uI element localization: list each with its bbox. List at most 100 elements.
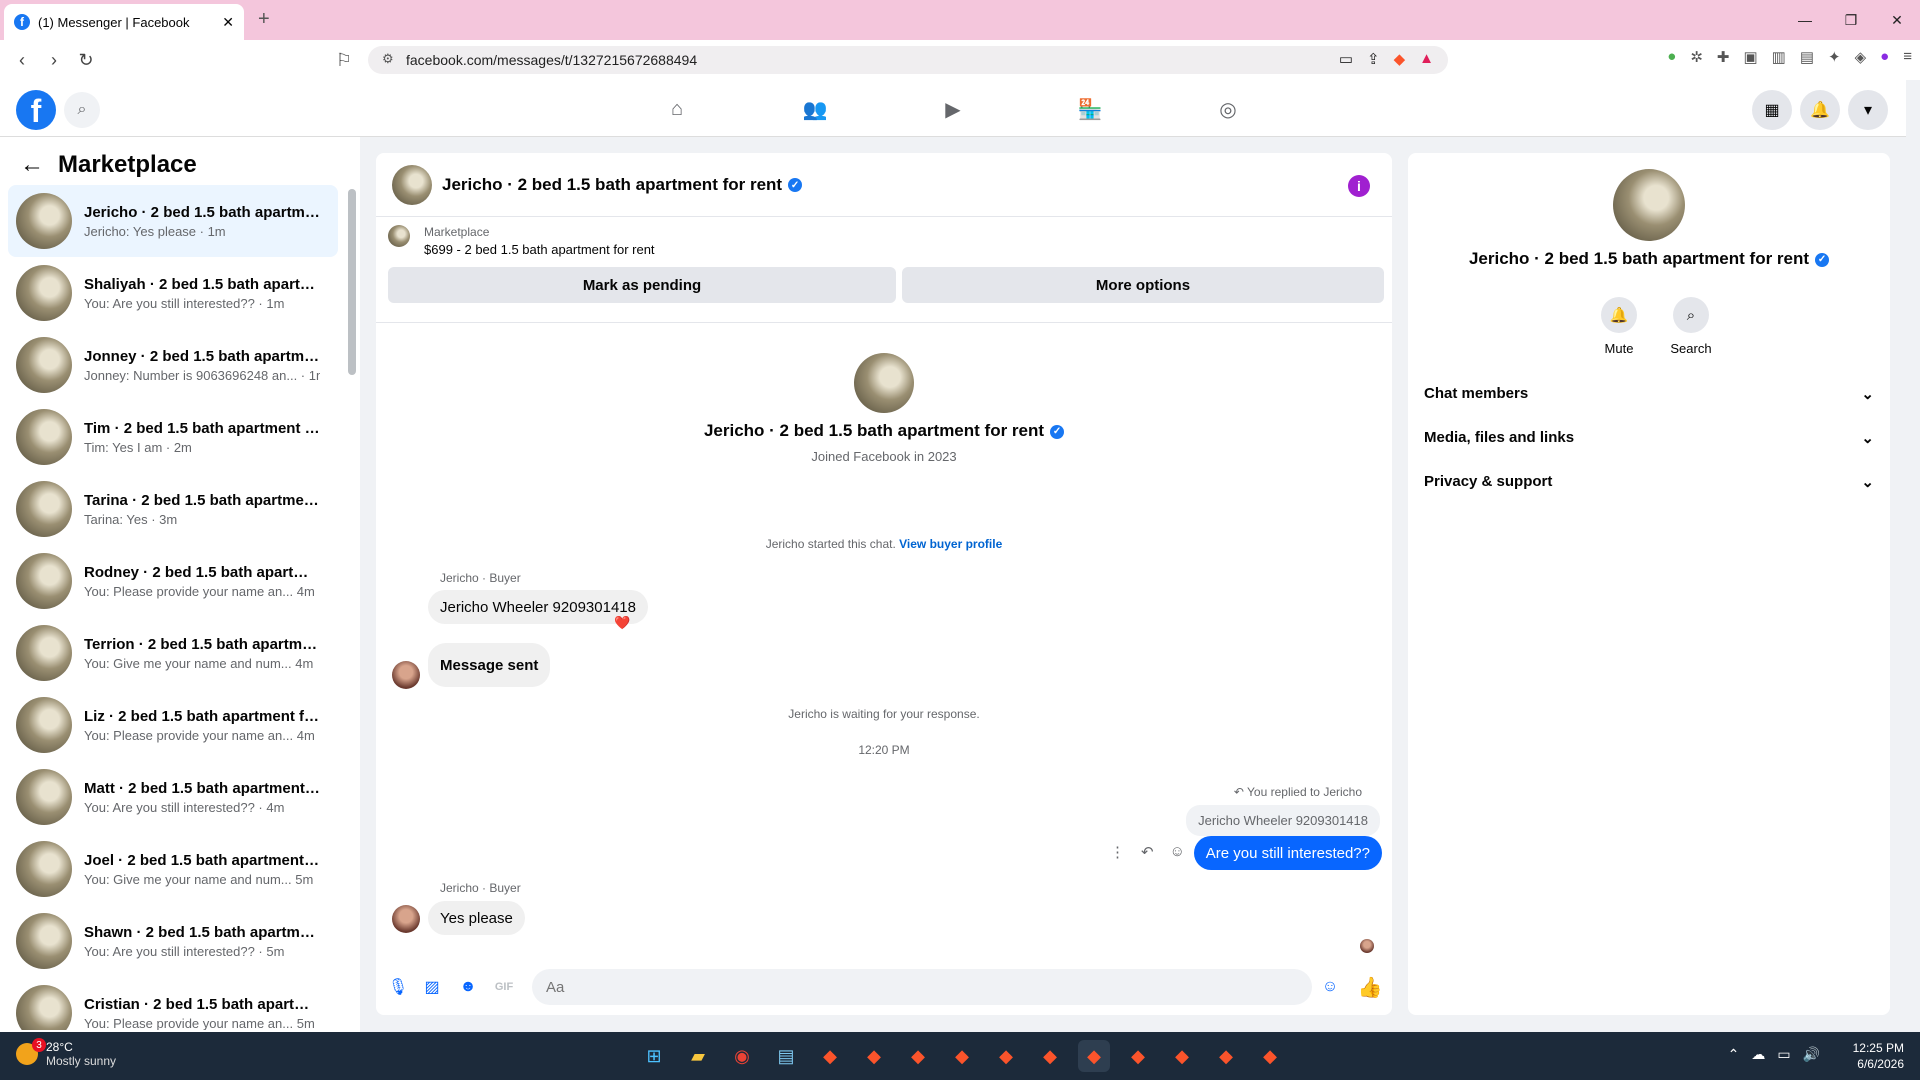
conversation-item[interactable]: Jonney · 2 bed 1.5 bath apartme... Jonney… <box>8 329 338 401</box>
clock[interactable]: 12:25 PM 6/6/2026 <box>1853 1040 1904 1072</box>
rewards-icon[interactable]: ▲ <box>1419 50 1434 68</box>
search-icon[interactable]: ⌕ <box>64 92 100 128</box>
chrome-icon[interactable]: ◉ <box>726 1040 758 1072</box>
brave-icon[interactable]: ◆ <box>814 1040 846 1072</box>
more-options-button[interactable]: More options <box>902 267 1384 303</box>
sticker-icon[interactable]: ☻ <box>456 975 480 999</box>
conversation-item[interactable]: Rodney · 2 bed 1.5 bath apartme... You: P… <box>8 545 338 617</box>
groups-icon[interactable]: ◎ <box>1213 94 1243 124</box>
sidebar-toggle-icon[interactable]: ▥ <box>1772 48 1786 66</box>
vpn-icon[interactable]: ◈ <box>1855 48 1867 66</box>
sidebar-scrollbar[interactable] <box>348 189 356 375</box>
more-actions-icon[interactable]: ⋮ <box>1110 843 1125 861</box>
brave-icon[interactable]: ◆ <box>946 1040 978 1072</box>
weather-widget[interactable]: 3 28°C Mostly sunny <box>16 1038 116 1068</box>
extensions-puzzle-icon[interactable]: ✚ <box>1717 48 1730 66</box>
restore-icon[interactable]: ❐ <box>1828 0 1874 40</box>
extension-icon[interactable]: ▣ <box>1743 48 1757 66</box>
new-tab-icon[interactable]: + <box>258 8 270 31</box>
chat-members-section[interactable]: Chat members ⌄ <box>1424 385 1874 403</box>
leo-ai-icon[interactable]: ✦ <box>1828 48 1841 66</box>
share-icon[interactable]: ⇪ <box>1367 50 1380 68</box>
sender-avatar[interactable] <box>392 661 420 689</box>
back-arrow-icon[interactable]: ← <box>20 151 44 179</box>
facebook-logo-icon[interactable]: f <box>16 90 56 130</box>
account-chevron-icon[interactable]: ▾ <box>1848 90 1888 130</box>
conversation-item[interactable]: Jericho · 2 bed 1.5 bath apartme... Jeric… <box>8 185 338 257</box>
quoted-message[interactable]: Jericho Wheeler 9209301418 <box>1186 805 1380 836</box>
conversation-item[interactable]: Tim · 2 bed 1.5 bath apartment f... Tim: … <box>8 401 338 473</box>
site-settings-icon[interactable]: ⚙ <box>382 51 394 67</box>
volume-icon[interactable]: 🔊 <box>1803 1046 1820 1063</box>
react-icon[interactable]: ☺ <box>1170 843 1185 861</box>
conversation-item[interactable]: Matt · 2 bed 1.5 bath apartment ... You: … <box>8 761 338 833</box>
brave-icon[interactable]: ◆ <box>1078 1040 1110 1072</box>
conversation-item[interactable]: Cristian · 2 bed 1.5 bath apartme... You:… <box>8 977 338 1030</box>
privacy-support-section[interactable]: Privacy & support ⌄ <box>1424 473 1874 491</box>
menu-grid-icon[interactable]: ▦ <box>1752 90 1792 130</box>
brave-icon[interactable]: ◆ <box>990 1040 1022 1072</box>
view-buyer-profile-link[interactable]: View buyer profile <box>899 537 1002 551</box>
file-explorer-icon[interactable]: ▰ <box>682 1040 714 1072</box>
like-icon[interactable]: 👍 <box>1358 975 1383 999</box>
onedrive-icon[interactable]: ☁ <box>1751 1046 1765 1063</box>
gif-icon[interactable]: GIF <box>492 975 516 999</box>
cast-icon[interactable]: ▭ <box>1339 50 1353 68</box>
intro-avatar[interactable] <box>854 353 914 413</box>
details-avatar[interactable] <box>1613 169 1685 241</box>
marketplace-icon[interactable]: 🏪 <box>1075 94 1105 124</box>
reload-icon[interactable]: ↻ <box>70 44 102 76</box>
notepad-icon[interactable]: ▤ <box>770 1040 802 1072</box>
search-button[interactable]: ⌕ Search <box>1661 297 1721 356</box>
chat-title[interactable]: Jericho · 2 bed 1.5 bath apartment for r… <box>442 175 803 195</box>
listing-thumbnail[interactable] <box>388 225 410 247</box>
info-icon[interactable]: i <box>1348 175 1370 197</box>
conversation-item[interactable]: Shawn · 2 bed 1.5 bath apartme... You: Ar… <box>8 905 338 977</box>
brave-icon[interactable]: ◆ <box>1210 1040 1242 1072</box>
notifications-icon[interactable]: 🔔 <box>1800 90 1840 130</box>
home-icon[interactable]: ⌂ <box>662 94 692 124</box>
sender-avatar[interactable] <box>392 905 420 933</box>
brave-icon[interactable]: ◆ <box>1166 1040 1198 1072</box>
close-tab-icon[interactable]: ✕ <box>222 14 234 31</box>
outgoing-message[interactable]: Are you still interested?? <box>1193 836 1382 870</box>
voice-clip-icon[interactable]: 🎙 <box>386 975 410 999</box>
incoming-message[interactable]: Message sent <box>428 643 551 687</box>
heart-reaction-icon[interactable]: ❤️ <box>614 615 630 631</box>
mark-as-pending-button[interactable]: Mark as pending <box>388 267 896 303</box>
show-hidden-icons-icon[interactable]: ⌃ <box>1728 1046 1740 1063</box>
attach-photo-icon[interactable]: ▨ <box>420 975 444 999</box>
mute-button[interactable]: 🔔 Mute <box>1589 297 1649 356</box>
browser-tab[interactable]: f (1) Messenger | Facebook ✕ <box>4 4 244 40</box>
friends-icon[interactable]: 👥 <box>800 94 830 124</box>
extension-icon[interactable]: ✲ <box>1690 48 1703 66</box>
brave-icon[interactable]: ◆ <box>858 1040 890 1072</box>
start-icon[interactable]: ⊞ <box>638 1040 670 1072</box>
menu-icon[interactable]: ≡ <box>1903 48 1912 66</box>
conversation-item[interactable]: Shaliyah · 2 bed 1.5 bath apartm... You: … <box>8 257 338 329</box>
reply-icon[interactable]: ↶ <box>1141 843 1154 861</box>
profile-icon[interactable]: ● <box>1880 48 1889 66</box>
brave-icon[interactable]: ◆ <box>902 1040 934 1072</box>
wallet-icon[interactable]: ▤ <box>1800 48 1814 66</box>
extension-icon[interactable]: ● <box>1667 48 1676 66</box>
close-window-icon[interactable]: ✕ <box>1874 0 1920 40</box>
url-bar[interactable]: ⚙ facebook.com/messages/t/13272156726884… <box>368 46 1448 74</box>
media-files-links-section[interactable]: Media, files and links ⌄ <box>1424 429 1874 447</box>
incoming-message[interactable]: Yes please <box>428 901 525 935</box>
brave-icon[interactable]: ◆ <box>1122 1040 1154 1072</box>
network-icon[interactable]: ▭ <box>1777 1046 1790 1063</box>
brave-shield-icon[interactable]: ◆ <box>1394 50 1406 68</box>
forward-icon[interactable]: › <box>38 44 70 76</box>
brave-icon[interactable]: ◆ <box>1254 1040 1286 1072</box>
conversation-item[interactable]: Joel · 2 bed 1.5 bath apartment f... You:… <box>8 833 338 905</box>
page-scrollbar[interactable] <box>1906 80 1920 1032</box>
bookmark-icon[interactable]: ⚐ <box>328 44 360 76</box>
back-icon[interactable]: ‹ <box>6 44 38 76</box>
minimize-icon[interactable]: — <box>1782 0 1828 40</box>
conversation-item[interactable]: Terrion · 2 bed 1.5 bath apartme... You: … <box>8 617 338 689</box>
conversation-item[interactable]: Liz · 2 bed 1.5 bath apartment fo... You:… <box>8 689 338 761</box>
conversation-item[interactable]: Tarina · 2 bed 1.5 bath apartmen... Tarin… <box>8 473 338 545</box>
listing-title[interactable]: $699 - 2 bed 1.5 bath apartment for rent <box>424 242 655 257</box>
chat-avatar[interactable] <box>392 164 432 205</box>
